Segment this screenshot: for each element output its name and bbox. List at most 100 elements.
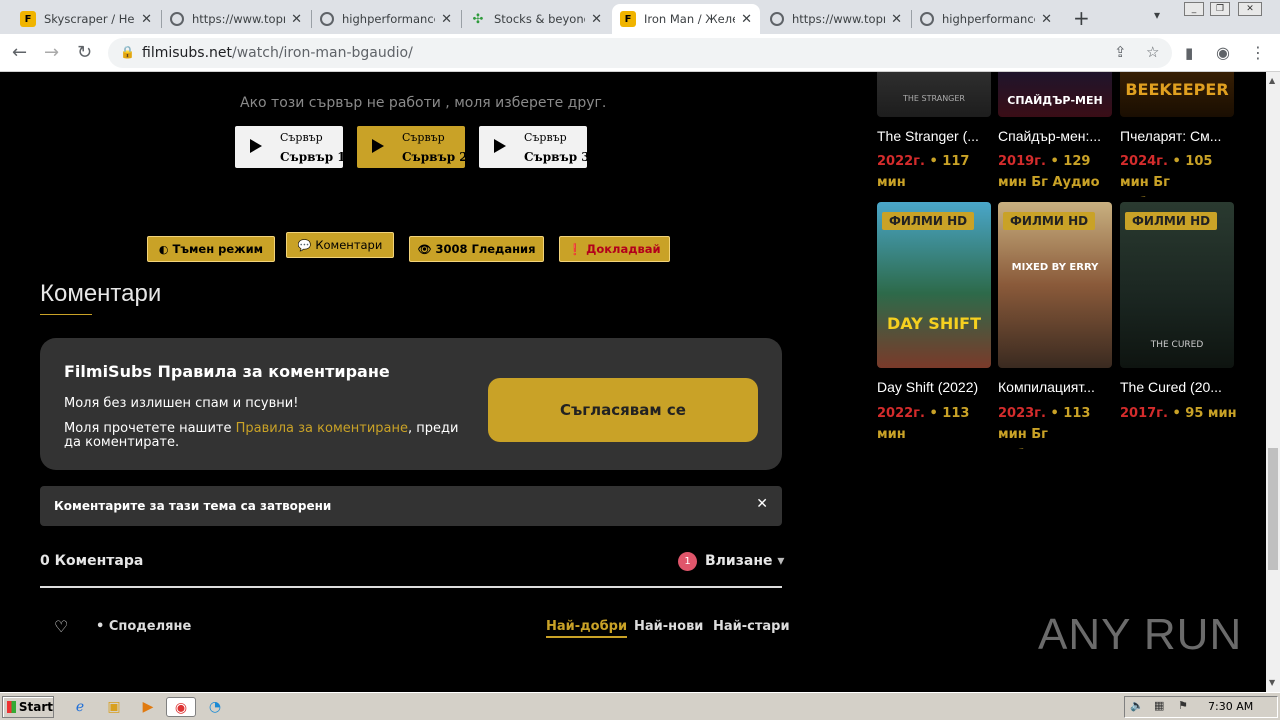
report-button[interactable]: ❗ Докладвай [559, 236, 670, 262]
scrollbar-thumb[interactable] [1268, 448, 1278, 570]
movie-meta: 2022г. • 117 мин [877, 151, 995, 193]
movie-title[interactable]: Day Shift (2022) [877, 379, 1002, 395]
side-panel-icon[interactable]: ▮ [1185, 44, 1193, 62]
profile-avatar-icon[interactable]: ◉ [1216, 43, 1230, 62]
dark-mode-button[interactable]: ◐ Тъмен режим [147, 236, 275, 262]
folder-icon[interactable]: ▣ [104, 697, 124, 717]
tab-topr-1[interactable]: https://www.topr ✕ [162, 4, 310, 34]
server-1-button[interactable]: Сървър Сървър 1 [235, 126, 346, 168]
tab-strip: F Skyscraper / Небо ✕ https://www.topr ✕… [0, 0, 1280, 34]
movie-title[interactable]: The Stranger (... [877, 128, 1002, 144]
notification-badge[interactable]: 1 [678, 552, 697, 571]
rules-link[interactable]: Правила за коментиране [236, 421, 408, 436]
poster-title: MIXED BY ERRY [1011, 262, 1099, 273]
reload-icon[interactable]: ↻ [77, 42, 92, 63]
tab-skyscraper[interactable]: F Skyscraper / Небо ✕ [12, 4, 160, 34]
sort-newest-tab[interactable]: Най-нови [634, 619, 703, 634]
rules-line-2-start: Моля прочетете нашите [64, 421, 236, 436]
close-icon[interactable]: ✕ [756, 496, 768, 512]
new-tab-plus-icon[interactable]: + [1073, 6, 1090, 30]
movie-title[interactable]: Спайдър-мен:... [998, 128, 1123, 144]
anyrun-watermark: ANY RUN [1038, 610, 1242, 660]
server-caption: Сървър [402, 131, 445, 144]
edge-icon[interactable]: ◔ [205, 697, 225, 717]
network-icon[interactable]: ▦ [1154, 699, 1164, 712]
minimize-icon[interactable]: _ [1184, 2, 1204, 16]
scroll-up-icon[interactable]: ▲ [1269, 76, 1275, 85]
close-icon[interactable]: ✕ [741, 12, 752, 27]
close-icon[interactable]: ✕ [591, 12, 602, 27]
poster-title: BEEKEEPER [1125, 80, 1229, 99]
movie-title[interactable]: Пчеларят: См... [1120, 128, 1245, 144]
close-icon[interactable]: ✕ [441, 12, 452, 27]
tab-stocks[interactable]: ✣ Stocks & beyond: ✕ [462, 4, 610, 34]
start-button[interactable]: Start [2, 696, 54, 718]
agree-button[interactable]: Съгласявам се [488, 378, 758, 442]
movie-poster[interactable]: BEEKEEPER [1120, 72, 1234, 117]
tab-highperformance-1[interactable]: highperformanced ✕ [312, 4, 460, 34]
web-page: Ако този сървър не работи , моля изберет… [0, 72, 1266, 692]
movie-title[interactable]: Компилацият... [998, 379, 1123, 395]
tab-iron-man[interactable]: F Iron Man / Желе ✕ [612, 4, 760, 34]
url-text[interactable]: filmisubs.net/watch/iron-man-bgaudio/ [142, 45, 413, 61]
tab-label: https://www.topr [792, 12, 886, 26]
movie-poster[interactable]: ФИЛМИ HD THE CURED [1120, 202, 1234, 368]
chrome-icon[interactable]: ◉ [166, 697, 196, 717]
taskbar: Start ℯ ▣ ▶ ◉ ◔ 🔈 ▦ ⚑ 7:30 AM [0, 692, 1280, 720]
address-bar[interactable]: 🔒 filmisubs.net/watch/iron-man-bgaudio/ … [108, 38, 1172, 68]
globe-icon [770, 12, 784, 26]
close-icon[interactable]: ✕ [1041, 12, 1052, 27]
sort-oldest-tab[interactable]: Най-стари [713, 619, 790, 634]
report-label: Докладвай [586, 242, 661, 256]
tab-topr-2[interactable]: https://www.topr ✕ [762, 4, 910, 34]
volume-icon[interactable]: 🔈 [1130, 699, 1144, 712]
movie-poster[interactable]: THE STRANGER [877, 72, 991, 117]
internet-explorer-icon[interactable]: ℯ [70, 697, 90, 717]
tab-search-chevron-icon[interactable]: ▾ [1154, 8, 1160, 22]
server-note: Ако този сървър не работи , моля изберет… [240, 95, 607, 111]
movie-poster[interactable]: ФИЛМИ HD MIXED BY ERRY [998, 202, 1112, 368]
server-3-button[interactable]: Сървър Сървър 3 [479, 126, 590, 168]
share-icon[interactable]: ⇪ [1114, 43, 1127, 61]
movie-poster[interactable]: СПАЙДЪР-МЕН [998, 72, 1112, 117]
share-label: Споделяне [108, 619, 192, 634]
movie-title[interactable]: The Cured (20... [1120, 379, 1245, 395]
restore-icon[interactable]: ❐ [1210, 2, 1230, 16]
poster-title: DAY SHIFT [887, 314, 981, 333]
divider [40, 586, 782, 588]
views-button[interactable]: 👁 3008 Гледания [409, 236, 544, 262]
movie-poster[interactable]: ФИЛМИ HD DAY SHIFT [877, 202, 991, 368]
movie-meta: 2023г. • 113 мин Бг Субтитри [998, 403, 1116, 449]
close-icon[interactable]: ✕ [291, 12, 302, 27]
heart-icon[interactable]: ♡ [54, 617, 68, 636]
movie-year: 2023г. [998, 406, 1046, 421]
tab-label: Skyscraper / Небо [44, 12, 135, 26]
server-2-button[interactable]: Сървър Сървър 2 [357, 126, 468, 168]
quality-badge: ФИЛМИ HD [882, 212, 975, 230]
forward-arrow-icon[interactable]: → [44, 42, 59, 63]
poster-title: THE CURED [1150, 340, 1204, 350]
bookmark-star-icon[interactable]: ☆ [1146, 43, 1159, 61]
filmisubs-icon: F [620, 11, 636, 27]
tab-highperformance-2[interactable]: highperformanced ✕ [912, 4, 1060, 34]
share-button[interactable]: • Споделяне [96, 619, 191, 634]
rules-line-1: Моля без излишен спам и псувни! [64, 396, 299, 411]
close-icon[interactable]: ✕ [891, 12, 902, 27]
flag-icon[interactable]: ⚑ [1178, 699, 1188, 712]
back-arrow-icon[interactable]: ← [12, 42, 27, 63]
comments-button[interactable]: 💬 Коментари [286, 232, 394, 258]
sort-best-tab[interactable]: Най-добри [546, 619, 628, 638]
url-host: filmisubs.net [142, 45, 233, 61]
menu-kebab-icon[interactable]: ⋮ [1250, 43, 1266, 62]
comments-closed-notice: Коментарите за тази тема са затворени ✕ [40, 486, 782, 526]
scroll-down-icon[interactable]: ▼ [1269, 678, 1275, 687]
close-window-icon[interactable]: ✕ [1238, 2, 1262, 16]
lock-icon[interactable]: 🔒 [120, 45, 135, 59]
media-player-icon[interactable]: ▶ [138, 697, 158, 717]
page-scrollbar[interactable]: ▲ ▼ [1266, 72, 1280, 692]
close-icon[interactable]: ✕ [141, 12, 152, 27]
caret-down-icon: ▾ [777, 553, 785, 569]
login-dropdown[interactable]: Влизане ▾ [705, 553, 784, 569]
stocks-icon: ✣ [472, 11, 484, 27]
clock: 7:30 AM [1208, 700, 1254, 713]
